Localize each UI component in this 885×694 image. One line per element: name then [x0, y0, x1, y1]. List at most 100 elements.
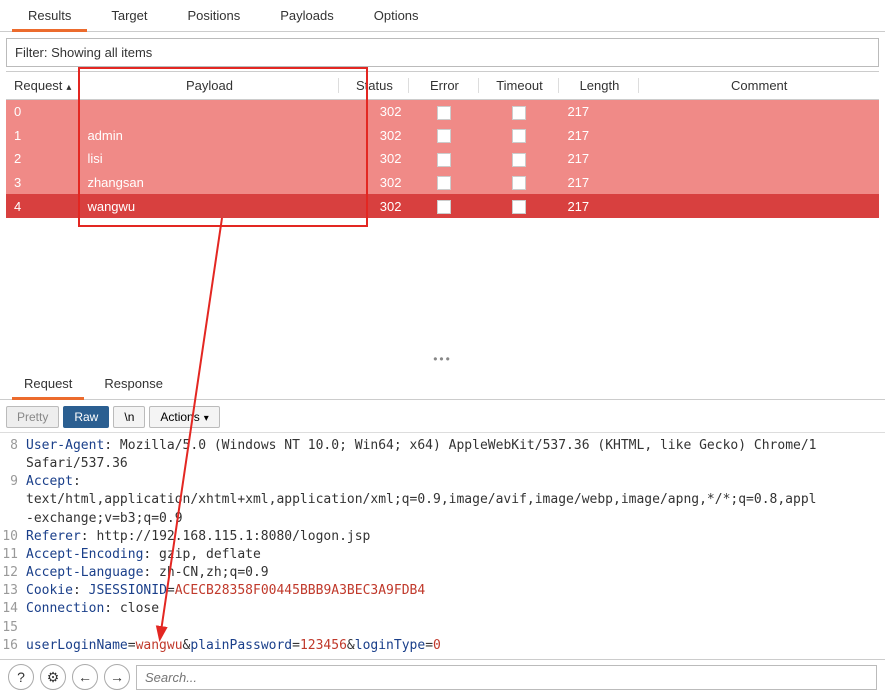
- editor-line: 9Accept:: [0, 473, 885, 491]
- checkbox[interactable]: [512, 200, 526, 214]
- tab-positions[interactable]: Positions: [168, 0, 261, 31]
- cell-timeout: [479, 194, 559, 218]
- line-code: -exchange;v=b3;q=0.9: [26, 510, 183, 528]
- tab-payloads[interactable]: Payloads: [260, 0, 353, 31]
- line-code: Referer: http://192.168.115.1:8080/logon…: [26, 528, 370, 546]
- cell-status: 302: [339, 194, 409, 218]
- tab-results[interactable]: Results: [8, 0, 91, 31]
- cell-payload: [79, 100, 339, 124]
- line-code: Connection: close: [26, 600, 159, 618]
- arrow-right-icon: →: [110, 669, 124, 685]
- cell-status: 302: [339, 147, 409, 171]
- bottom-toolbar: ? ⚙ ← →: [0, 659, 885, 694]
- cell-error: [409, 124, 479, 148]
- cell-status: 302: [339, 171, 409, 195]
- subtab-response[interactable]: Response: [88, 368, 179, 399]
- editor-line: 13Cookie: JSESSIONID=ACECB28358F00445BBB…: [0, 582, 885, 600]
- checkbox[interactable]: [512, 153, 526, 167]
- pretty-button[interactable]: Pretty: [6, 406, 59, 428]
- subtab-request[interactable]: Request: [8, 368, 88, 399]
- cell-error: [409, 171, 479, 195]
- cell-status: 302: [339, 124, 409, 148]
- settings-button[interactable]: ⚙: [40, 664, 66, 690]
- cell-request: 1: [6, 124, 79, 148]
- col-request[interactable]: Request▴: [6, 72, 79, 100]
- request-editor[interactable]: 8User-Agent: Mozilla/5.0 (Windows NT 10.…: [0, 433, 885, 659]
- col-length[interactable]: Length: [559, 72, 639, 100]
- checkbox[interactable]: [512, 106, 526, 120]
- line-number: 12: [0, 564, 26, 582]
- line-code: Safari/537.36: [26, 455, 128, 473]
- sort-asc-icon: ▴: [66, 82, 71, 93]
- drag-handle-icon[interactable]: •••: [0, 350, 885, 368]
- cell-status: 302: [339, 100, 409, 124]
- cell-request: 3: [6, 171, 79, 195]
- results-table: Request▴ Payload Status Error Timeout Le…: [6, 71, 879, 218]
- checkbox[interactable]: [437, 200, 451, 214]
- col-payload[interactable]: Payload: [79, 72, 339, 100]
- cell-error: [409, 147, 479, 171]
- line-code: User-Agent: Mozilla/5.0 (Windows NT 10.0…: [26, 437, 817, 455]
- gear-icon: ⚙: [47, 669, 60, 686]
- cell-payload: admin: [79, 124, 339, 148]
- table-row[interactable]: 1admin302217: [6, 124, 879, 148]
- help-button[interactable]: ?: [8, 664, 34, 690]
- cell-timeout: [479, 124, 559, 148]
- cell-length: 217: [559, 171, 639, 195]
- newline-button[interactable]: \n: [113, 406, 145, 428]
- actions-button[interactable]: Actions▾: [149, 406, 219, 428]
- cell-comment: [639, 171, 879, 195]
- editor-line: text/html,application/xhtml+xml,applicat…: [0, 491, 885, 509]
- top-tabs: Results Target Positions Payloads Option…: [0, 0, 885, 32]
- arrow-left-icon: ←: [78, 669, 92, 685]
- view-toolbar: Pretty Raw \n Actions▾: [0, 400, 885, 433]
- line-code: Cookie: JSESSIONID=ACECB28358F00445BBB9A…: [26, 582, 425, 600]
- line-number: 16: [0, 637, 26, 655]
- editor-line: 14Connection: close: [0, 600, 885, 618]
- cell-comment: [639, 147, 879, 171]
- line-number: 10: [0, 528, 26, 546]
- tab-target[interactable]: Target: [91, 0, 167, 31]
- table-row[interactable]: 3zhangsan302217: [6, 171, 879, 195]
- editor-line: 15: [0, 619, 885, 637]
- col-error[interactable]: Error: [409, 72, 479, 100]
- prev-button[interactable]: ←: [72, 664, 98, 690]
- table-row[interactable]: 0302217: [6, 100, 879, 124]
- checkbox[interactable]: [437, 129, 451, 143]
- editor-line: 10Referer: http://192.168.115.1:8080/log…: [0, 528, 885, 546]
- tab-options[interactable]: Options: [354, 0, 439, 31]
- line-number: 13: [0, 582, 26, 600]
- checkbox[interactable]: [437, 153, 451, 167]
- table-row[interactable]: 4wangwu302217: [6, 194, 879, 218]
- line-number: 15: [0, 619, 26, 637]
- line-code: Accept-Language: zh-CN,zh;q=0.9: [26, 564, 269, 582]
- line-number: [0, 491, 26, 509]
- col-timeout[interactable]: Timeout: [479, 72, 559, 100]
- cell-timeout: [479, 100, 559, 124]
- table-row[interactable]: 2lisi302217: [6, 147, 879, 171]
- line-number: 11: [0, 546, 26, 564]
- raw-button[interactable]: Raw: [63, 406, 109, 428]
- line-code: Accept:: [26, 473, 81, 491]
- cell-error: [409, 100, 479, 124]
- checkbox[interactable]: [512, 176, 526, 190]
- editor-line: Safari/537.36: [0, 455, 885, 473]
- next-button[interactable]: →: [104, 664, 130, 690]
- editor-line: -exchange;v=b3;q=0.9: [0, 510, 885, 528]
- checkbox[interactable]: [437, 176, 451, 190]
- cell-length: 217: [559, 194, 639, 218]
- cell-payload: lisi: [79, 147, 339, 171]
- cell-timeout: [479, 171, 559, 195]
- middle-gap: [0, 218, 885, 350]
- cell-comment: [639, 124, 879, 148]
- col-comment[interactable]: Comment: [639, 72, 879, 100]
- filter-bar[interactable]: Filter: Showing all items: [6, 38, 879, 67]
- results-table-wrap: Request▴ Payload Status Error Timeout Le…: [6, 71, 879, 218]
- col-status[interactable]: Status: [339, 72, 409, 100]
- search-input[interactable]: [136, 665, 877, 690]
- line-number: [0, 510, 26, 528]
- checkbox[interactable]: [437, 106, 451, 120]
- checkbox[interactable]: [512, 129, 526, 143]
- editor-line: 11Accept-Encoding: gzip, deflate: [0, 546, 885, 564]
- sub-tabs: Request Response: [0, 368, 885, 400]
